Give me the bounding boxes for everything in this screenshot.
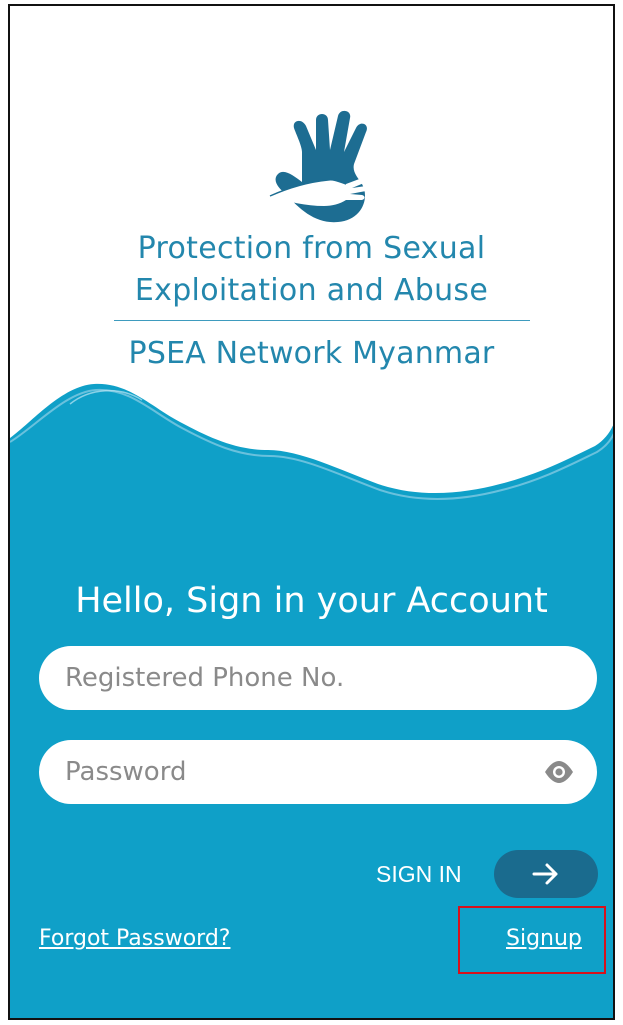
signin-button[interactable] (494, 850, 598, 898)
forgot-password-link[interactable]: Forgot Password? (39, 926, 230, 951)
brand-title-line2: Exploitation and Abuse (134, 273, 489, 308)
arrow-right-icon (532, 863, 558, 885)
eye-icon[interactable] (543, 758, 575, 786)
phone-field (39, 646, 597, 710)
password-field (39, 740, 597, 804)
app-screen: Protection from Sexual Exploitation and … (8, 4, 615, 1020)
password-input[interactable] (65, 740, 535, 804)
phone-input[interactable] (65, 646, 535, 710)
signin-label[interactable]: SIGN IN (376, 861, 462, 888)
brand-title-line1: Protection from Sexual (137, 231, 486, 266)
signin-heading: Hello, Sign in your Account (75, 581, 548, 621)
hands-icon (269, 110, 369, 223)
brand-divider (114, 320, 530, 321)
signup-highlight (458, 906, 606, 974)
